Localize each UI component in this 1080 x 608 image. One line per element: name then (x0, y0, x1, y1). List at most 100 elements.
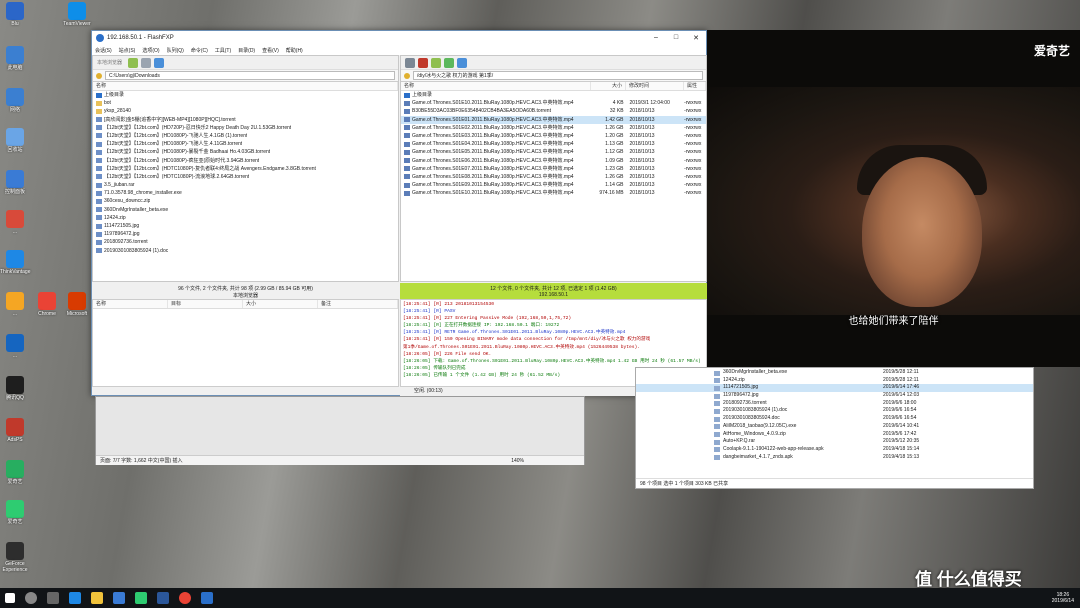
explorer-row[interactable]: AliIM2018_taobao(9.12.05C).exe 2019/6/14 … (636, 423, 1033, 431)
local-file-row[interactable]: 【12bt天堂】【12bt.com】(HD1080P)-暴裂千金 Badhaai… (93, 148, 398, 156)
column-size[interactable]: 大小 (591, 82, 626, 90)
local-file-row[interactable]: bot (93, 99, 398, 107)
disconnect-icon[interactable] (418, 57, 428, 68)
explorer-row[interactable]: 12424.zip 2019/5/28 12:11 (636, 377, 1033, 385)
local-file-row[interactable]: 360DrvMgrInstaller_beta.exe (93, 206, 398, 214)
queue-column[interactable]: 大小 (243, 300, 318, 308)
local-file-row[interactable]: 2018092736.torrent (93, 238, 398, 246)
flashfxp-icon[interactable] (201, 592, 213, 604)
explorer-row[interactable]: dangbeimarket_4.1.7_znds.apk 2019/4/18 15… (636, 454, 1033, 462)
column-attr[interactable]: 属性 (684, 82, 706, 90)
queue-column[interactable]: 目标 (168, 300, 243, 308)
play-icon[interactable] (431, 57, 441, 68)
desktop-icon[interactable]: 回收站 (0, 128, 30, 153)
menu-item[interactable]: 命令(C) (191, 47, 208, 54)
start-icon[interactable] (5, 593, 15, 603)
refresh-icon[interactable] (141, 57, 152, 68)
explorer-row[interactable]: AtHome_Windows_4.0.9.zip 2019/5/6 17:42 (636, 431, 1033, 439)
store-icon[interactable] (113, 592, 125, 604)
local-path-input[interactable]: C:\Users\gj\Downloads (105, 71, 395, 80)
chrome-icon[interactable] (179, 592, 191, 604)
local-file-row[interactable]: 【12bt天堂】【12bt.com】(HDTC1080P)-复仇者联4:终局之战… (93, 165, 398, 173)
desktop-icon[interactable]: ThinkVantage (0, 250, 30, 275)
desktop-icon[interactable]: 控制面板 (0, 170, 30, 195)
explorer-row[interactable]: 20190301083805924 (1).doc 2019/6/6 16:54 (636, 407, 1033, 415)
desktop-icon[interactable]: Blu (0, 2, 30, 27)
remote-file-row[interactable]: Game.of.Thrones.S01E01.2011.BluRay.1080p… (401, 115, 706, 124)
local-file-row[interactable]: 20190301083805924 (1).doc (93, 247, 398, 255)
explorer-row[interactable]: 1197896472.jpg 2019/6/14 12:03 (636, 392, 1033, 400)
desktop-icon[interactable]: ... (0, 210, 30, 235)
remote-file-row[interactable]: Game.of.Thrones.S01E04.2011.BluRay.1080p… (401, 140, 706, 148)
column-name[interactable]: 名称 (93, 82, 398, 90)
local-file-row[interactable]: 【12bt天堂】【12bt.com】(HD720P)-忍日快乐2 Happy D… (93, 124, 398, 132)
menu-item[interactable]: 工具(T) (215, 47, 231, 54)
desktop-icon[interactable]: 腾讯QQ (0, 376, 30, 401)
desktop-icon[interactable]: ... (0, 334, 30, 359)
desktop-icon[interactable]: 爱奇艺 (0, 460, 30, 485)
queue-column[interactable]: 备注 (318, 300, 398, 308)
remote-file-row[interactable]: Game.of.Thrones.S01E09.2011.BluRay.1080p… (401, 181, 706, 189)
search-icon[interactable] (25, 592, 37, 604)
minimize-button[interactable]: – (646, 34, 666, 42)
remote-file-row[interactable]: Game.of.Thrones.S01E02.2011.BluRay.1080p… (401, 124, 706, 132)
favorites-icon[interactable] (404, 72, 410, 79)
edge-icon[interactable] (69, 592, 81, 604)
remote-file-row[interactable]: Game.of.Thrones.S01E05.2011.BluRay.1080p… (401, 148, 706, 156)
local-file-row[interactable]: 3.5_jiuban.rar (93, 181, 398, 189)
video-player[interactable]: 爱奇艺 也给她们带来了陪伴 (707, 30, 1080, 367)
menu-item[interactable]: 站点(S) (119, 47, 136, 54)
local-file-row[interactable]: 71.0.3578.98_chrome_installer.exe (93, 189, 398, 197)
explorer-row[interactable]: Auto+KP.Q.rar 2019/5/12 20:35 (636, 438, 1033, 446)
menu-item[interactable]: 帮助(H) (286, 47, 303, 54)
local-file-row[interactable]: 【12bt天堂】【12bt.com】(HD1080P)-飞驰人生.4.1GB (… (93, 132, 398, 140)
menu-item[interactable]: 目录(D) (238, 47, 255, 54)
desktop-icon[interactable]: 此电脑 (0, 46, 30, 71)
explorer-row[interactable]: Coolapk-9.1.1-1904122-web-app-release.ap… (636, 446, 1033, 454)
clock[interactable]: 18:26 2019/6/14 (1052, 592, 1074, 604)
desktop-icon[interactable]: AdsPS (0, 418, 30, 443)
desktop-icon[interactable]: TeamViewer (62, 2, 92, 27)
play-icon[interactable] (128, 57, 139, 68)
remote-parent-dir[interactable]: 上级目录 (401, 91, 706, 99)
refresh-icon[interactable] (444, 57, 454, 68)
maximize-button[interactable]: □ (666, 34, 686, 42)
remote-file-row[interactable]: Game.of.Thrones.S01E08.2011.BluRay.1080p… (401, 173, 706, 181)
iqiyi-icon[interactable] (135, 592, 147, 604)
menu-item[interactable]: 队列(Q) (167, 47, 184, 54)
local-file-row[interactable]: 1114721505.jpg (93, 222, 398, 230)
column-name[interactable]: 名称 (401, 82, 591, 90)
local-file-row[interactable]: [高欣阅影]金5棚(追香中字][WEB-MP4][1080P][HQC].tor… (93, 116, 398, 124)
local-file-row[interactable]: 【12bt天堂】【12bt.com】(HD1080P)-疯狂亚(原始时代.3.9… (93, 157, 398, 165)
local-file-row[interactable]: 360cesu_downcc.zip (93, 197, 398, 205)
local-file-row[interactable]: 1197896472.jpg (93, 230, 398, 238)
title-bar[interactable]: 192.168.50.1 - FlashFXP – □ ✕ (92, 31, 706, 45)
globe-icon[interactable] (457, 57, 467, 68)
remote-file-row[interactable]: Game.of.Thrones.S01E07.2011.BluRay.1080p… (401, 165, 706, 173)
local-file-row[interactable]: 12424.zip (93, 214, 398, 222)
remote-file-row[interactable]: Game.of.Thrones.S01E06.2011.BluRay.1080p… (401, 157, 706, 165)
menu-item[interactable]: 会话(S) (95, 47, 112, 54)
remote-file-row[interactable]: Game.of.Thrones.S01E03.2011.BluRay.1080p… (401, 132, 706, 140)
menu-item[interactable]: 查看(V) (262, 47, 279, 54)
local-file-row[interactable]: yksp_28140 (93, 107, 398, 115)
menu-item[interactable]: 选项(O) (142, 47, 159, 54)
favorites-icon[interactable] (96, 72, 102, 79)
local-file-row[interactable]: 【12bt天堂】【12bt.com】(HD1080P)-飞驰人生.4.11GB.… (93, 140, 398, 148)
desktop-icon[interactable]: Microsoft (62, 292, 92, 317)
word-icon[interactable] (157, 592, 169, 604)
close-button[interactable]: ✕ (686, 34, 706, 42)
desktop-icon[interactable]: 爱奇艺 (0, 500, 30, 525)
desktop-icon[interactable]: ... (0, 292, 30, 317)
remote-file-row[interactable]: Game.of.Thrones.S01E10.2011.BluRay.1080p… (401, 99, 706, 107)
task-view-icon[interactable] (47, 592, 59, 604)
remote-file-row[interactable]: Game.of.Thrones.S01E10.2011.BluRay.1080p… (401, 189, 706, 197)
remote-path-input[interactable]: /diy/冰与火之歌 权力的游戏 第1季/ (413, 71, 703, 80)
folder-icon[interactable] (91, 592, 103, 604)
home-icon[interactable] (154, 57, 165, 68)
desktop-icon[interactable]: Chrome (32, 292, 62, 317)
desktop-icon[interactable]: 网络 (0, 88, 30, 113)
explorer-row[interactable]: 1114721505.jpg 2019/6/14 17:46 (636, 384, 1033, 393)
desktop-icon[interactable]: GeForce Experience (0, 542, 30, 573)
explorer-row[interactable]: 20190301083805924.doc 2019/6/6 16:54 (636, 415, 1033, 423)
